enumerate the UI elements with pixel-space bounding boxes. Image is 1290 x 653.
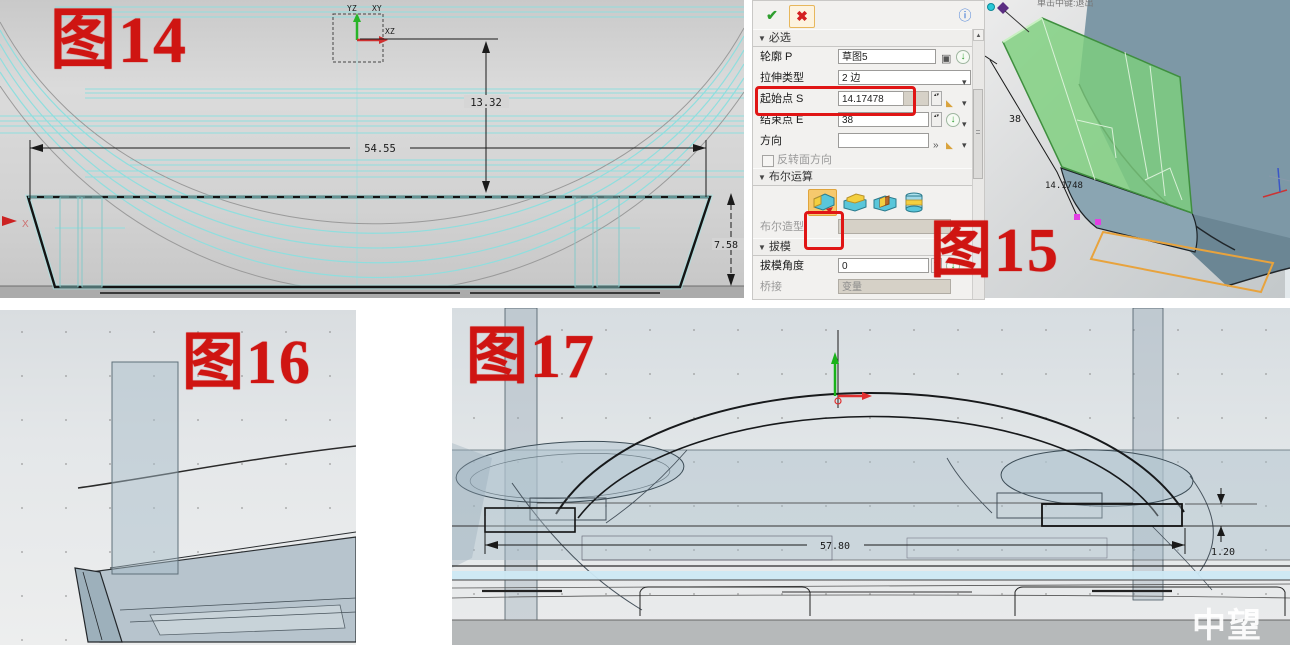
plane-label-yz: YZ: [347, 4, 357, 13]
section-boolean-label: 布尔运算: [769, 171, 813, 183]
dim-54-55-text: 54.55: [364, 143, 396, 155]
zwsoft-watermark: 中望: [1192, 598, 1262, 647]
dim-7-58-text: 7.58: [714, 240, 738, 251]
plane-label-xz: XZ: [385, 27, 395, 36]
dim-38-text: 38: [1009, 114, 1021, 125]
direction-label: 方向: [760, 131, 782, 152]
section-collapse-icon: ▼: [758, 34, 766, 43]
start-point-spinner[interactable]: ▴▾: [931, 91, 942, 106]
dim-1-20-text: 1.20: [1211, 547, 1235, 558]
extrude-type-select[interactable]: 2 边: [838, 70, 971, 85]
dimension-7-58: 7.58: [712, 193, 744, 286]
sketch-plane[interactable]: [112, 362, 178, 574]
boolean-add-icon[interactable]: [840, 189, 869, 216]
start-point-expression-cell: [903, 91, 929, 106]
boolean-remove-icon[interactable]: [870, 189, 899, 216]
insert-green-arrow-icon[interactable]: ↓: [956, 50, 970, 64]
trapezoid-profile[interactable]: [28, 197, 710, 287]
inner-feature-rects: [60, 197, 619, 287]
row-flip-face: 反转面方向: [753, 152, 973, 168]
end-point-label: 结束点 E: [760, 110, 803, 131]
plane-label-xy: XY: [372, 4, 382, 13]
bridge-label: 桥接: [760, 277, 782, 298]
section-collapse-icon: ▼: [758, 173, 766, 182]
row-direction: 方向 » ◣ ▾: [753, 131, 973, 152]
boolean-operation-icons: [753, 186, 973, 217]
profile-label: 轮廓 P: [760, 47, 792, 68]
figure-label-17: 图17: [466, 326, 596, 388]
section-boolean[interactable]: ▼布尔运算: [753, 168, 973, 186]
figure-label-16: 图16: [182, 332, 312, 394]
start-point-label: 起始点 S: [760, 89, 803, 110]
section-required[interactable]: ▼必选: [753, 29, 973, 47]
extrude-type-label: 拉伸类型: [760, 68, 804, 89]
section-collapse-icon: ▼: [758, 243, 766, 252]
info-icon[interactable]: ⓘ: [953, 5, 977, 26]
row-start-point: 起始点 S 14.17478 ▴▾ ◣ ▾: [753, 89, 973, 110]
dialog-toolbar: ✔ ✖ ⓘ: [753, 1, 984, 30]
boolean-shape-label: 布尔造型: [760, 217, 804, 238]
row-end-point: 结束点 E 38 ▴▾ ↓ ▾: [753, 110, 973, 131]
boolean-intersect-icon[interactable]: [900, 189, 929, 216]
copy-icon[interactable]: ▣: [941, 49, 951, 70]
draft-angle-input[interactable]: 0: [838, 258, 929, 273]
axis-x-label: X: [22, 219, 29, 230]
triad-markers: [988, 2, 1030, 32]
section-draft-label: 拔模: [769, 241, 791, 253]
end-point-spinner[interactable]: ▴▾: [931, 112, 942, 127]
screenshot-stage: YZ XY XZ 13.32 54.55: [0, 0, 1290, 653]
row-profile: 轮廓 P 草图5 ▣ ↓: [753, 47, 973, 68]
end-point-input[interactable]: 38: [838, 112, 929, 127]
dim-13-32-text: 13.32: [470, 97, 502, 109]
x-axis-arrow: [379, 36, 388, 44]
row-extrude-type: 拉伸类型 2 边 ▾: [753, 68, 973, 89]
start-point-input[interactable]: 14.17478: [838, 91, 904, 106]
scrollbar-thumb[interactable]: [973, 89, 983, 179]
snap-point-2: [1095, 219, 1101, 225]
dimension-54-55: 54.55: [30, 140, 706, 200]
left-axis-marker: X: [2, 216, 29, 230]
draft-angle-label: 拔模角度: [760, 256, 804, 277]
flip-face-checkbox[interactable]: [762, 155, 774, 167]
sketch-origin-triad: YZ XY XZ: [333, 4, 395, 62]
snap-point-1: [1074, 214, 1080, 220]
figure-label-14: 图14: [50, 8, 188, 74]
middle-click-tooltip: 单击中键:退出: [1037, 0, 1094, 9]
direction-input[interactable]: [838, 133, 929, 148]
flip-face-label: 反转面方向: [777, 152, 832, 168]
scroll-up-icon[interactable]: ▲: [973, 29, 984, 41]
confirm-check-icon[interactable]: ✔: [760, 5, 784, 26]
end-green-arrow-icon[interactable]: ↓: [946, 113, 960, 127]
dim-14-1748-text: 14.1748: [1045, 181, 1083, 191]
bottom-band: [452, 620, 1290, 645]
boolean-base-icon[interactable]: [808, 189, 837, 216]
cancel-x-icon[interactable]: ✖: [789, 5, 815, 28]
profile-input[interactable]: 草图5: [838, 49, 936, 64]
dim-57-80-text: 57.80: [820, 541, 850, 552]
section-required-label: 必选: [769, 32, 791, 44]
figure-label-15: 图15: [930, 220, 1060, 282]
